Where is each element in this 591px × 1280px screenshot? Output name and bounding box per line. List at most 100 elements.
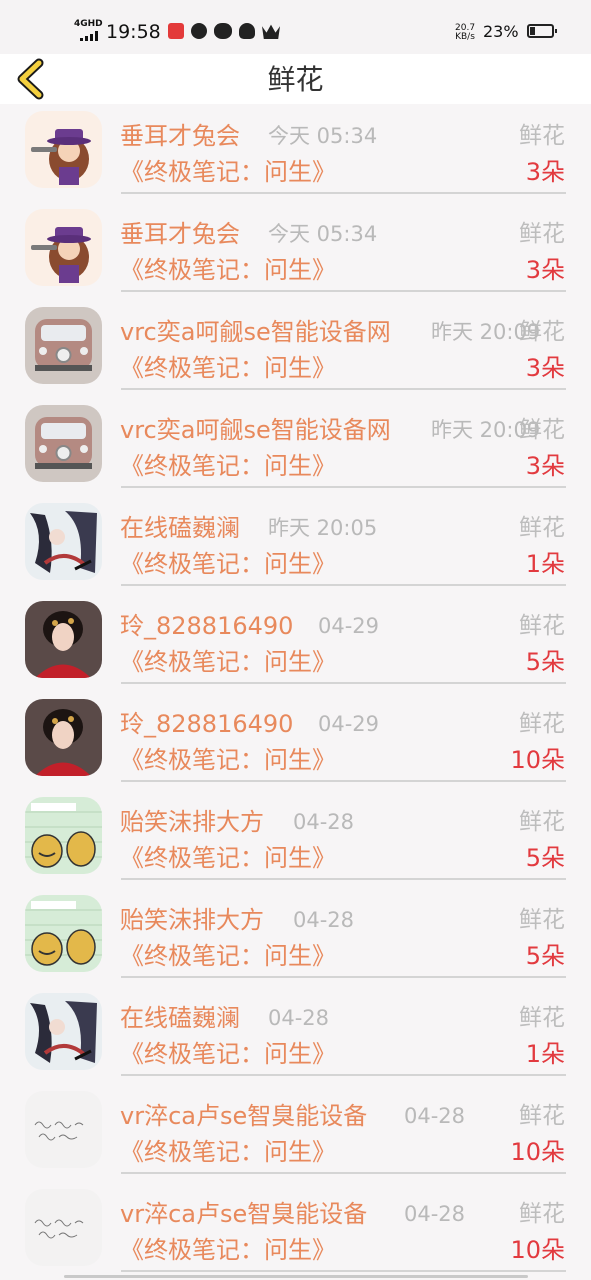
divider — [121, 584, 566, 586]
flower-count: 1朵 — [525, 1040, 565, 1068]
avatar[interactable] — [25, 111, 102, 188]
speed-unit: KB/s — [455, 32, 475, 42]
avatar[interactable] — [25, 1091, 102, 1168]
work-title[interactable]: 《终极笔记：问生》 — [120, 350, 336, 386]
avatar[interactable] — [25, 405, 102, 482]
user-name[interactable]: 垂耳才兔会 — [120, 118, 240, 154]
divider — [121, 1172, 566, 1174]
timestamp: 04-29 — [318, 712, 380, 736]
list-item[interactable]: vr淬ca卢se智臭能设备 04-28 鲜花《终极笔记：问生》 10朵 — [0, 1084, 591, 1182]
divider — [121, 486, 566, 488]
divider — [121, 1270, 566, 1272]
gift-type: 鲜花 — [519, 613, 565, 639]
app-icon — [168, 23, 184, 39]
timestamp: 昨天 20:05 — [268, 516, 378, 540]
network-indicator: 4GHD — [74, 19, 103, 29]
user-name[interactable]: 在线磕巍澜 — [120, 510, 240, 546]
user-name[interactable]: vr淬ca卢se智臭能设备 — [120, 1098, 367, 1134]
user-name[interactable]: 垂耳才兔会 — [120, 216, 240, 252]
work-title[interactable]: 《终极笔记：问生》 — [120, 840, 336, 876]
gift-type: 鲜花 — [519, 1201, 565, 1227]
avatar[interactable] — [25, 307, 102, 384]
qq-icon — [239, 23, 255, 39]
list-item[interactable]: 玲_828816490 04-29 鲜花《终极笔记：问生》 5朵 — [0, 594, 591, 692]
avatar[interactable] — [25, 699, 102, 776]
flower-count: 5朵 — [525, 942, 565, 970]
timestamp: 04-28 — [293, 908, 355, 932]
gift-type: 鲜花 — [519, 123, 565, 149]
list-item[interactable]: 在线磕巍澜 昨天 20:05 鲜花《终极笔记：问生》 1朵 — [0, 496, 591, 594]
avatar[interactable] — [25, 895, 102, 972]
list-item[interactable]: vrc奕a呵觎se智能设备网 昨天 20:09 鲜花 《终极笔记：问生》 3朵 — [0, 300, 591, 398]
divider — [121, 290, 566, 292]
avatar[interactable] — [25, 503, 102, 580]
flower-count: 10朵 — [510, 1138, 565, 1166]
timestamp: 今天 05:34 — [268, 124, 378, 148]
back-button[interactable] — [14, 57, 48, 101]
work-title[interactable]: 《终极笔记：问生》 — [120, 1232, 336, 1268]
flower-count: 3朵 — [525, 256, 565, 284]
work-title[interactable]: 《终极笔记：问生》 — [120, 154, 336, 190]
work-title[interactable]: 《终极笔记：问生》 — [120, 644, 336, 680]
battery-icon — [527, 24, 557, 38]
avatar[interactable] — [25, 797, 102, 874]
gift-type: 鲜花 — [519, 809, 565, 835]
user-name[interactable]: 在线磕巍澜 — [120, 1000, 240, 1036]
flower-count: 5朵 — [525, 648, 565, 676]
gift-type: 鲜花 — [519, 515, 565, 541]
avatar[interactable] — [25, 1189, 102, 1266]
flower-list[interactable]: 垂耳才兔会 今天 05:34 鲜花 《终极笔记：问生》 3朵 垂耳才兔会 今天 05:34 鲜… — [0, 104, 591, 1280]
header-bar: 鲜花 — [0, 54, 591, 104]
timestamp: 04-28 — [404, 1202, 466, 1226]
divider — [121, 388, 566, 390]
timestamp: 04-28 — [268, 1006, 330, 1030]
user-name[interactable]: 贻笑沫排大方 — [120, 804, 264, 840]
list-item[interactable]: 贻笑沫排大方 04-28 鲜花《终极笔记：问生》 5朵 — [0, 790, 591, 888]
work-title[interactable]: 《终极笔记：问生》 — [120, 742, 336, 778]
work-title[interactable]: 《终极笔记：问生》 — [120, 448, 336, 484]
chat-icon — [191, 23, 207, 39]
work-title[interactable]: 《终极笔记：问生》 — [120, 252, 336, 288]
work-title[interactable]: 《终极笔记：问生》 — [120, 1134, 336, 1170]
timestamp: 04-28 — [404, 1104, 466, 1128]
work-title[interactable]: 《终极笔记：问生》 — [120, 546, 336, 582]
timestamp: 04-28 — [293, 810, 355, 834]
timestamp: 今天 05:34 — [268, 222, 378, 246]
user-name[interactable]: vrc奕a呵觎se智能设备网 — [120, 412, 391, 448]
list-item[interactable]: 贻笑沫排大方 04-28 鲜花《终极笔记：问生》 5朵 — [0, 888, 591, 986]
user-name[interactable]: vr淬ca卢se智臭能设备 — [120, 1196, 367, 1232]
status-bar: 4GHD 19:58 20.7 KB/s 23% — [0, 0, 591, 54]
gift-type: 鲜花 — [519, 1103, 565, 1129]
avatar[interactable] — [25, 209, 102, 286]
divider — [121, 1074, 566, 1076]
list-item[interactable]: 垂耳才兔会 今天 05:34 鲜花 《终极笔记：问生》 3朵 — [0, 104, 591, 202]
status-time: 19:58 — [106, 21, 161, 43]
gift-type: 鲜花 — [519, 1005, 565, 1031]
list-item[interactable]: 玲_828816490 04-29 鲜花 《终极笔记：问生》 10朵 — [0, 692, 591, 790]
work-title[interactable]: 《终极笔记：问生》 — [120, 1036, 336, 1072]
chevron-left-icon — [17, 58, 44, 100]
user-name[interactable]: vrc奕a呵觎se智能设备网 — [120, 314, 391, 350]
user-name[interactable]: 玲_828816490 — [120, 706, 293, 742]
flower-count: 1朵 — [525, 550, 565, 578]
work-title[interactable]: 《终极笔记：问生》 — [120, 938, 336, 974]
list-item[interactable]: 垂耳才兔会 今天 05:34 鲜花《终极笔记：问生》 3朵 — [0, 202, 591, 300]
user-name[interactable]: 玲_828816490 — [120, 608, 293, 644]
list-item[interactable]: vr淬ca卢se智臭能设备 04-28 鲜花 《终极笔记：问生》 10朵 — [0, 1182, 591, 1280]
gift-type: 鲜花 — [519, 907, 565, 933]
signal-icon — [80, 31, 102, 41]
avatar[interactable] — [25, 601, 102, 678]
timestamp: 04-29 — [318, 614, 380, 638]
gift-type: 鲜花 — [519, 221, 565, 247]
user-name[interactable]: 贻笑沫排大方 — [120, 902, 264, 938]
wechat-icon — [214, 23, 232, 39]
crown-icon — [262, 24, 280, 39]
list-item[interactable]: 在线磕巍澜 04-28 鲜花《终极笔记：问生》 1朵 — [0, 986, 591, 1084]
divider — [121, 682, 566, 684]
flower-count: 5朵 — [525, 844, 565, 872]
avatar[interactable] — [25, 993, 102, 1070]
list-item[interactable]: vrc奕a呵觎se智能设备网 昨天 20:09 鲜花 《终极笔记：问生》 3朵 — [0, 398, 591, 496]
battery-percent: 23% — [483, 22, 519, 41]
divider — [121, 192, 566, 194]
gift-type: 鲜花 — [519, 711, 565, 737]
